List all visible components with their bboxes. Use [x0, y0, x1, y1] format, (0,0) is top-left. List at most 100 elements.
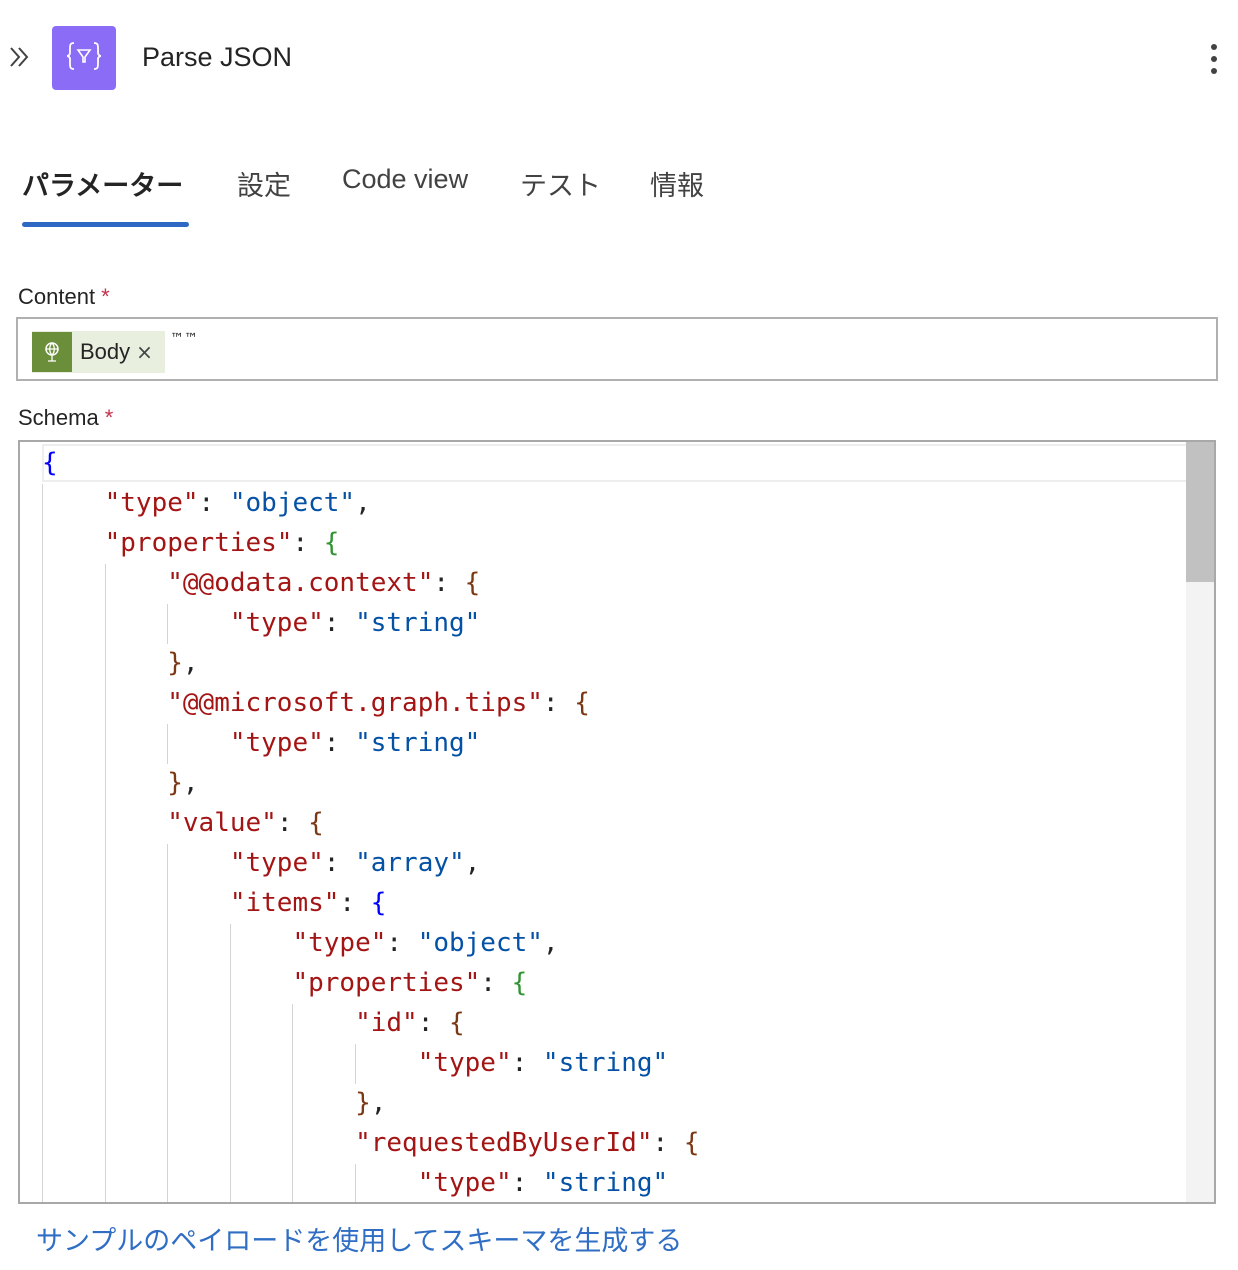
- code-token: "items": [229, 888, 340, 918]
- code-line: },: [42, 764, 699, 804]
- code-token: "string": [542, 1168, 669, 1198]
- parse-json-action-icon: [52, 26, 116, 90]
- code-token: "@@microsoft.graph.tips": [167, 688, 543, 718]
- code-token: "string": [542, 1048, 669, 1078]
- tab-parameters[interactable]: パラメーター: [22, 164, 183, 203]
- schema-label: Schema *: [18, 405, 114, 430]
- indent-guide: [167, 604, 169, 644]
- code-token: "type": [292, 928, 387, 958]
- code-token: "object": [229, 488, 356, 518]
- code-token: ,: [370, 1088, 387, 1118]
- double-chevron-right-icon: [7, 44, 33, 74]
- code-token: {: [449, 1008, 465, 1038]
- json-braces-icon: [66, 41, 102, 75]
- code-token: "id": [355, 1008, 418, 1038]
- indent-guide: [167, 844, 169, 1202]
- code-token: {: [323, 528, 340, 558]
- required-marker: *: [101, 284, 110, 309]
- code-token: "array": [355, 848, 465, 878]
- tab-about[interactable]: 情報: [650, 164, 704, 203]
- code-token: :: [276, 808, 309, 838]
- indent-guide: [229, 924, 231, 1202]
- required-marker: *: [104, 405, 114, 430]
- code-token: "type": [417, 1168, 512, 1198]
- code-token: :: [652, 1128, 684, 1158]
- code-line: "properties": {: [42, 964, 699, 1004]
- code-token: :: [542, 688, 575, 718]
- indent-guide: [292, 1004, 294, 1202]
- code-token: "type": [417, 1048, 512, 1078]
- content-trailing-text: ™™: [170, 331, 198, 347]
- code-token: ,: [182, 768, 199, 798]
- code-line: {: [42, 444, 699, 484]
- code-token: "type": [229, 848, 324, 878]
- code-token: "string": [355, 728, 481, 758]
- code-token: :: [511, 1048, 543, 1078]
- tab-test[interactable]: テスト: [520, 164, 601, 203]
- tab-code-view[interactable]: Code view: [342, 164, 468, 195]
- code-token: ,: [542, 928, 559, 958]
- editor-scrollbar[interactable]: [1186, 442, 1214, 1202]
- code-line: "properties": {: [42, 524, 699, 564]
- more-vertical-icon: [1211, 44, 1217, 50]
- code-token: }: [167, 648, 183, 678]
- content-input[interactable]: Body × ™™: [16, 317, 1218, 381]
- indent-guide: [355, 1044, 357, 1084]
- code-line: "@@odata.context": {: [42, 564, 699, 604]
- scrollbar-thumb[interactable]: [1186, 442, 1214, 582]
- code-line: "requestedByUserId": {: [42, 1124, 699, 1164]
- code-line: },: [42, 644, 699, 684]
- more-options-button[interactable]: [1198, 40, 1230, 78]
- action-title[interactable]: Parse JSON: [142, 42, 292, 73]
- code-token: ,: [182, 648, 199, 678]
- code-line: "id": {: [42, 1004, 699, 1044]
- code-token: :: [417, 1008, 450, 1038]
- collapse-panel-button[interactable]: [6, 44, 34, 74]
- code-token: :: [323, 848, 356, 878]
- code-token: }: [355, 1088, 371, 1118]
- dynamic-content-token-body[interactable]: Body ×: [32, 331, 165, 373]
- code-token: "requestedByUserId": [355, 1128, 653, 1158]
- code-line: "type": "object",: [42, 924, 699, 964]
- code-line: "type": "string": [42, 1044, 699, 1084]
- code-token: :: [511, 1168, 543, 1198]
- indent-guide: [167, 724, 169, 764]
- code-token: :: [198, 488, 230, 518]
- code-token: ,: [464, 848, 481, 878]
- code-token: "string": [355, 608, 481, 638]
- generate-schema-from-sample-link[interactable]: サンプルのペイロードを使用してスキーマを生成する: [36, 1219, 682, 1258]
- content-label: Content *: [18, 284, 110, 309]
- code-token: "type": [229, 608, 324, 638]
- code-token: {: [464, 568, 481, 598]
- code-token: "properties": [292, 968, 481, 998]
- code-token: ,: [355, 488, 371, 518]
- code-token: {: [683, 1128, 700, 1158]
- code-token: "properties": [104, 528, 293, 558]
- code-token: "type": [229, 728, 324, 758]
- code-token: :: [339, 888, 371, 918]
- code-lines: { "type": "object", "properties": { "@@o…: [42, 444, 699, 1202]
- code-token: "type": [104, 488, 199, 518]
- indent-guide: [42, 484, 43, 1202]
- code-token: "value": [167, 808, 277, 838]
- code-token: :: [292, 528, 324, 558]
- indent-guide: [104, 564, 106, 1202]
- code-token: :: [480, 968, 512, 998]
- code-token: :: [433, 568, 465, 598]
- code-token: "@@odata.context": [167, 568, 434, 598]
- tab-settings[interactable]: 設定: [237, 164, 291, 203]
- schema-code-editor[interactable]: { "type": "object", "properties": { "@@o…: [18, 440, 1216, 1204]
- code-line: "type": "string": [42, 1164, 699, 1202]
- code-token: "object": [417, 928, 543, 958]
- code-token: {: [42, 448, 58, 478]
- code-token: {: [308, 808, 324, 838]
- remove-token-button[interactable]: ×: [130, 340, 165, 364]
